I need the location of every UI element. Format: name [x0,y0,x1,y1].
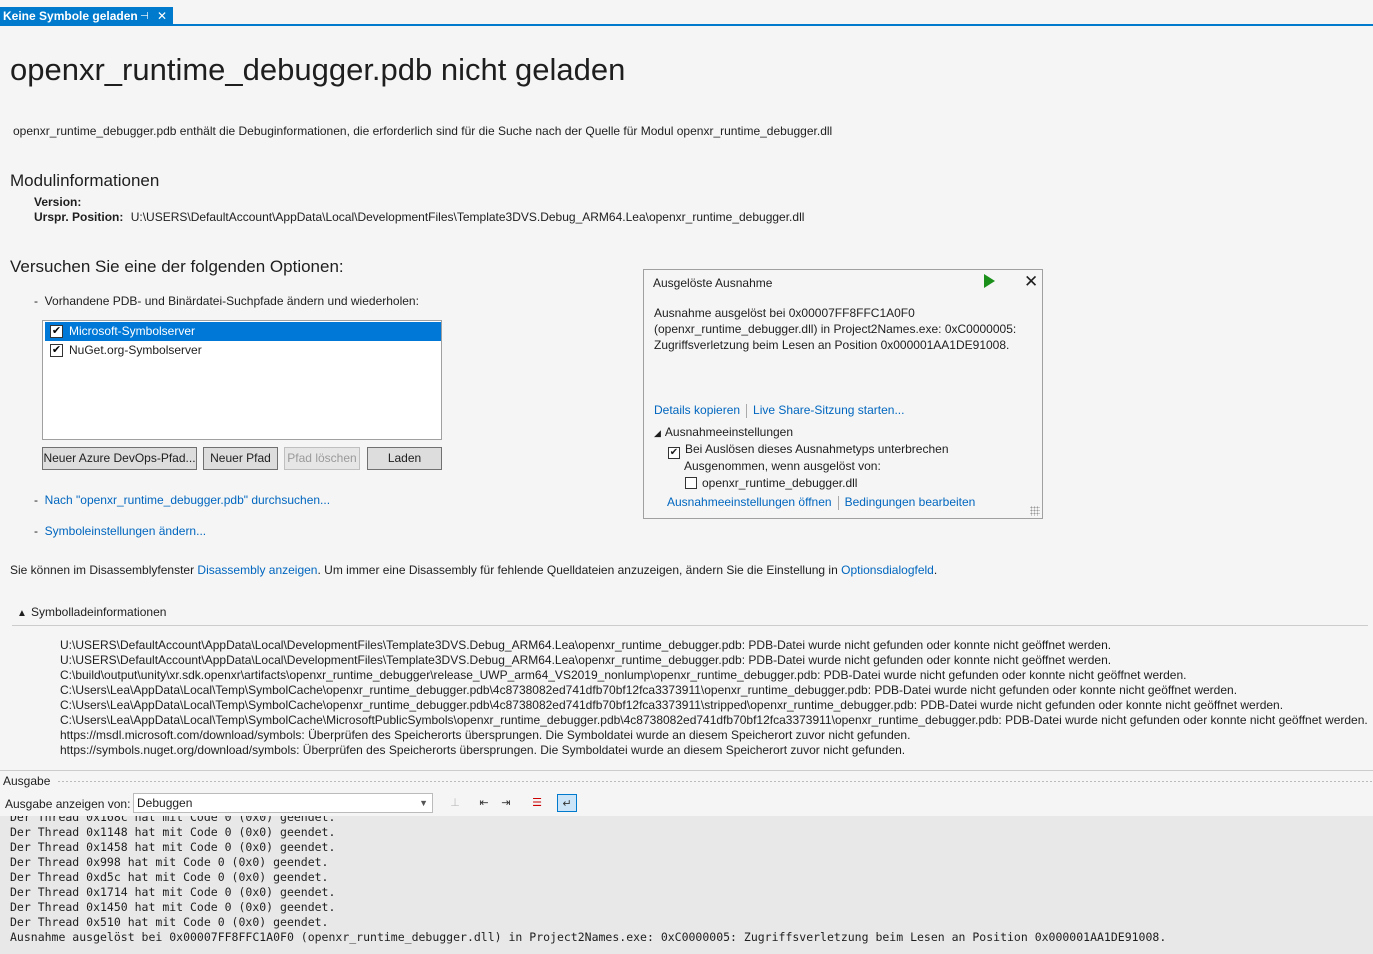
log-line: https://symbols.nuget.org/download/symbo… [60,743,906,757]
log-line: https://msdl.microsoft.com/download/symb… [60,728,911,742]
chevron-down-icon[interactable]: ▼ [419,794,428,812]
option-bullet-search: - Nach "openxr_runtime_debugger.pdb" dur… [34,493,331,507]
close-icon[interactable]: ✕ [157,7,167,26]
disassembly-sentence: Sie können im Disassemblyfenster Disasse… [10,563,937,577]
exception-settings-header[interactable]: ◢ Ausnahmeeinstellungen [654,425,793,439]
output-line: Der Thread 0xd5c hat mit Code 0 (0x0) ge… [10,870,329,884]
break-on-exception-checkbox[interactable]: ✔ [668,447,680,459]
output-line: Der Thread 0x1450 hat mit Code 0 (0x0) g… [10,900,336,914]
list-item-nuget-symbolserver[interactable]: ✔ NuGet.org-Symbolserver [45,341,441,360]
except-module-label: openxr_runtime_debugger.dll [702,476,858,490]
new-azure-devops-path-button[interactable]: Neuer Azure DevOps-Pfad... [42,447,197,470]
log-line: C:\build\output\unity\xr.sdk.openxr\arti… [60,668,1187,682]
output-text[interactable]: Der Thread 0x168c hat mit Code 0 (0x0) g… [0,816,1373,954]
exception-links: Details kopieren Live Share-Sitzung start… [654,403,904,418]
log-line: C:\Users\Lea\AppData\Local\Temp\SymbolCa… [60,713,1368,727]
load-button[interactable]: Laden [367,447,442,470]
edit-conditions-link[interactable]: Bedingungen bearbeiten [845,495,976,509]
log-line: U:\USERS\DefaultAccount\AppData\Local\De… [60,638,1112,652]
symbol-info-heading: Symbolladeinformationen [31,605,167,619]
symbol-load-log: U:\USERS\DefaultAccount\AppData\Local\De… [60,638,1368,758]
log-line: U:\USERS\DefaultAccount\AppData\Local\De… [60,653,1112,667]
break-on-exception-row[interactable]: ✔ Bei Auslösen dieses Ausnahmetyps unterb… [668,442,949,459]
option-bullet-paths-text: Vorhandene PDB- und Binärdatei-Suchpfade… [44,294,419,308]
resize-grip[interactable] [1030,506,1040,516]
close-icon[interactable]: ✕ [1024,272,1038,292]
exception-popup-title: Ausgelöste Ausnahme [653,276,773,290]
output-source-label: Ausgabe anzeigen von: [5,797,131,811]
output-line: Der Thread 0x998 hat mit Code 0 (0x0) ge… [10,855,329,869]
list-item-label: NuGet.org-Symbolserver [69,343,202,357]
exception-settings-heading: Ausnahmeeinstellungen [664,425,794,439]
search-pdb-link[interactable]: Nach "openxr_runtime_debugger.pdb" durch… [45,493,330,507]
tab-label: Keine Symbole geladen [3,9,138,23]
symbol-settings-link[interactable]: Symboleinstellungen ändern... [45,524,206,538]
next-message-icon[interactable]: ⇥ [496,794,516,812]
delete-path-button[interactable]: Pfad löschen [284,447,360,470]
module-version-row: Version: [34,195,81,209]
log-line: C:\Users\Lea\AppData\Local\Temp\SymbolCa… [60,698,1284,712]
output-line: Der Thread 0x168c hat mit Code 0 (0x0) g… [10,816,336,824]
except-module-checkbox[interactable] [685,477,697,489]
page-title: openxr_runtime_debugger.pdb nicht gelade… [10,52,626,87]
link-separator [746,403,748,418]
goto-line-icon[interactable]: ⊥ [445,794,465,812]
output-toolbar: Ausgabe anzeigen von: Debuggen ▼ ⊥ ⇤ ⇥ ☰… [0,791,1373,816]
option-bullet-settings: - Symboleinstellungen ändern... [34,524,207,538]
symbol-info-header[interactable]: ▲ Symbolladeinformationen [17,605,166,619]
output-line: Ausnahme ausgelöst bei 0x00007FF8FFC1A0F… [10,930,1167,944]
checkbox-microsoft-symbolserver[interactable]: ✔ [50,325,63,338]
module-position-row: Urspr. Position: U:\USERS\DefaultAccount… [34,210,804,224]
divider [12,625,1368,626]
continue-play-icon[interactable] [984,274,995,288]
exception-settings-links: Ausnahmeeinstellungen öffnen Bedingungen … [667,495,975,510]
output-line: Der Thread 0x1458 hat mit Code 0 (0x0) g… [10,840,336,854]
checkbox-nuget-symbolserver[interactable]: ✔ [50,344,63,357]
copy-details-link[interactable]: Details kopieren [654,403,740,417]
log-line: C:\Users\Lea\AppData\Local\Temp\SymbolCa… [60,683,1238,697]
chevron-up-icon[interactable]: ▲ [17,608,31,619]
tab-keine-symbole[interactable]: Keine Symbole geladen ⊣ ✕ [0,7,173,26]
module-version-label: Version: [34,195,82,209]
module-position-value: U:\USERS\DefaultAccount\AppData\Local\De… [130,210,805,224]
module-position-label: Urspr. Position: [34,210,124,224]
option-bullet-paths: - Vorhandene PDB- und Binärdatei-Suchpfa… [34,294,419,308]
exception-popup: Ausgelöste Ausnahme ✕ Ausnahme ausgelöst… [643,269,1043,519]
previous-message-icon[interactable]: ⇤ [474,794,494,812]
except-module-row[interactable]: openxr_runtime_debugger.dll [685,476,857,490]
symbol-server-list[interactable]: ✔ Microsoft-Symbolserver ✔ NuGet.org-Sym… [42,320,442,440]
page-description: openxr_runtime_debugger.pdb enthält die … [13,124,833,138]
break-on-exception-label: Bei Auslösen dieses Ausnahmetyps unterbr… [685,442,949,456]
output-panel-title: Ausgabe [3,774,51,788]
list-item-microsoft-symbolserver[interactable]: ✔ Microsoft-Symbolserver [45,322,441,341]
live-share-link[interactable]: Live Share-Sitzung starten... [753,403,904,417]
options-heading: Versuchen Sie eine der folgenden Optione… [10,257,344,276]
drag-grip[interactable] [57,780,1373,783]
new-path-button[interactable]: Neuer Pfad [203,447,278,470]
output-line: Der Thread 0x1148 hat mit Code 0 (0x0) g… [10,825,336,839]
output-source-select[interactable]: Debuggen ▼ [133,793,433,813]
module-heading: Modulinformationen [10,171,160,190]
except-when-label: Ausgenommen, wenn ausgelöst von: [684,459,881,473]
output-panel-header: Ausgabe [0,770,1373,790]
collapse-triangle-icon[interactable]: ◢ [654,428,661,438]
disassembly-text-2: . Um immer eine Disassembly für fehlende… [317,563,842,577]
output-line: Der Thread 0x1714 hat mit Code 0 (0x0) g… [10,885,336,899]
disassembly-text-1: Sie können im Disassemblyfenster [10,563,198,577]
disassembly-text-3: . [933,563,938,577]
word-wrap-icon[interactable]: ↵ [557,794,577,812]
open-exception-settings-link[interactable]: Ausnahmeeinstellungen öffnen [667,495,832,509]
clear-all-icon[interactable]: ☰ [527,794,547,812]
show-disassembly-link[interactable]: Disassembly anzeigen [197,563,317,577]
exception-message: Ausnahme ausgelöst bei 0x00007FF8FFC1A0F… [654,306,1017,352]
pin-icon[interactable]: ⊣ [140,7,149,26]
output-source-value: Debuggen [137,796,193,810]
output-line: Der Thread 0x510 hat mit Code 0 (0x0) ge… [10,915,329,929]
list-item-label: Microsoft-Symbolserver [69,324,196,338]
link-separator [837,495,839,510]
options-dialog-link[interactable]: Optionsdialogfeld [841,563,934,577]
document-tabstrip: Keine Symbole geladen ⊣ ✕ [0,0,1373,26]
